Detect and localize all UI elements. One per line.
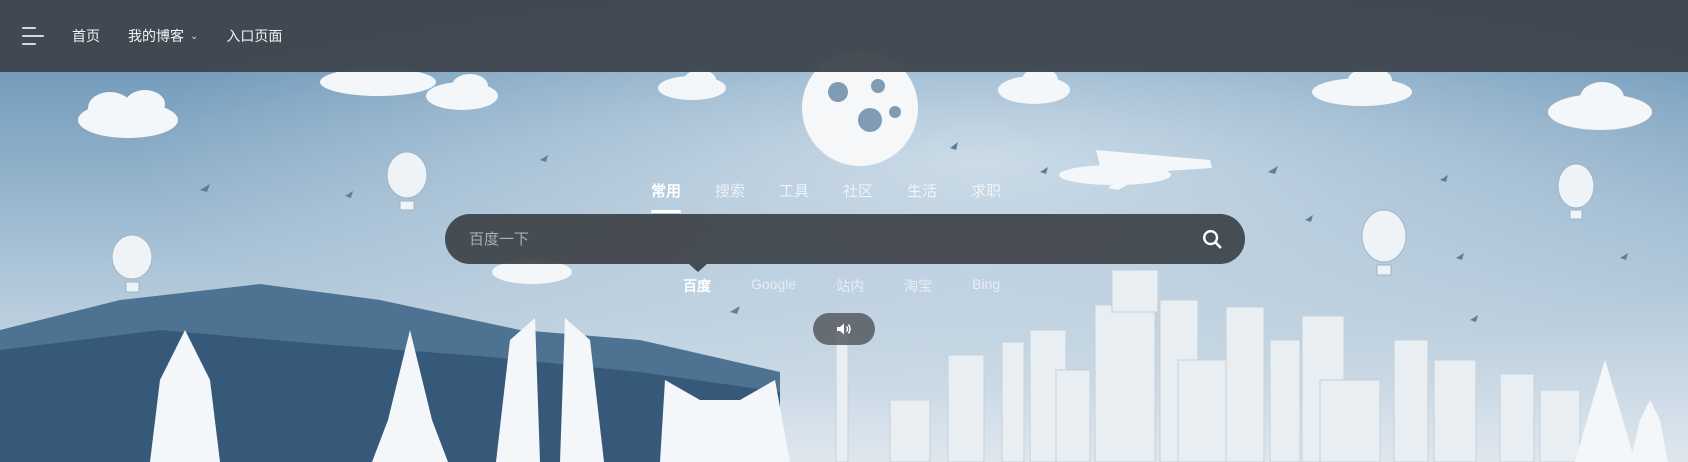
tab-life[interactable]: 生活 [907, 180, 937, 201]
menu-icon-line [22, 43, 36, 45]
sound-icon [837, 323, 851, 335]
nav-item-my-blog[interactable]: 我的博客 ⌄ [128, 26, 198, 46]
menu-icon[interactable] [22, 27, 44, 45]
tab-common[interactable]: 常用 [651, 180, 682, 213]
search-engine-selector: 百度 Google 站内 淘宝 Bing [683, 276, 1040, 296]
search-category-tabs: 常用 搜索 工具 社区 生活 求职 [651, 180, 1035, 213]
engine-baidu[interactable]: 百度 [683, 276, 711, 296]
top-navigation-bar: 首页 我的博客 ⌄ 入口页面 [0, 0, 1688, 72]
menu-icon-line [22, 35, 44, 37]
nav-item-label: 首页 [72, 28, 100, 44]
nav-item-label: 入口页面 [226, 28, 283, 44]
nav-item-home[interactable]: 首页 [72, 26, 100, 46]
tab-search[interactable]: 搜索 [715, 180, 745, 201]
menu-icon-line [22, 27, 36, 29]
search-bar [445, 214, 1245, 264]
sound-toggle-button[interactable] [813, 313, 875, 345]
engine-taobao[interactable]: 淘宝 [904, 276, 932, 296]
tab-community[interactable]: 社区 [843, 180, 873, 201]
engine-google[interactable]: Google [751, 276, 796, 296]
search-input[interactable] [467, 229, 1201, 249]
search-icon[interactable] [1201, 228, 1223, 250]
engine-bing[interactable]: Bing [972, 276, 1000, 296]
chevron-down-icon: ⌄ [190, 30, 199, 42]
tab-jobs[interactable]: 求职 [971, 180, 1001, 201]
nav-item-label: 我的博客 [128, 28, 184, 44]
engine-site[interactable]: 站内 [836, 276, 864, 296]
engine-pointer [689, 264, 707, 272]
nav-item-entry-page[interactable]: 入口页面 [226, 26, 282, 46]
tab-tools[interactable]: 工具 [779, 180, 809, 201]
